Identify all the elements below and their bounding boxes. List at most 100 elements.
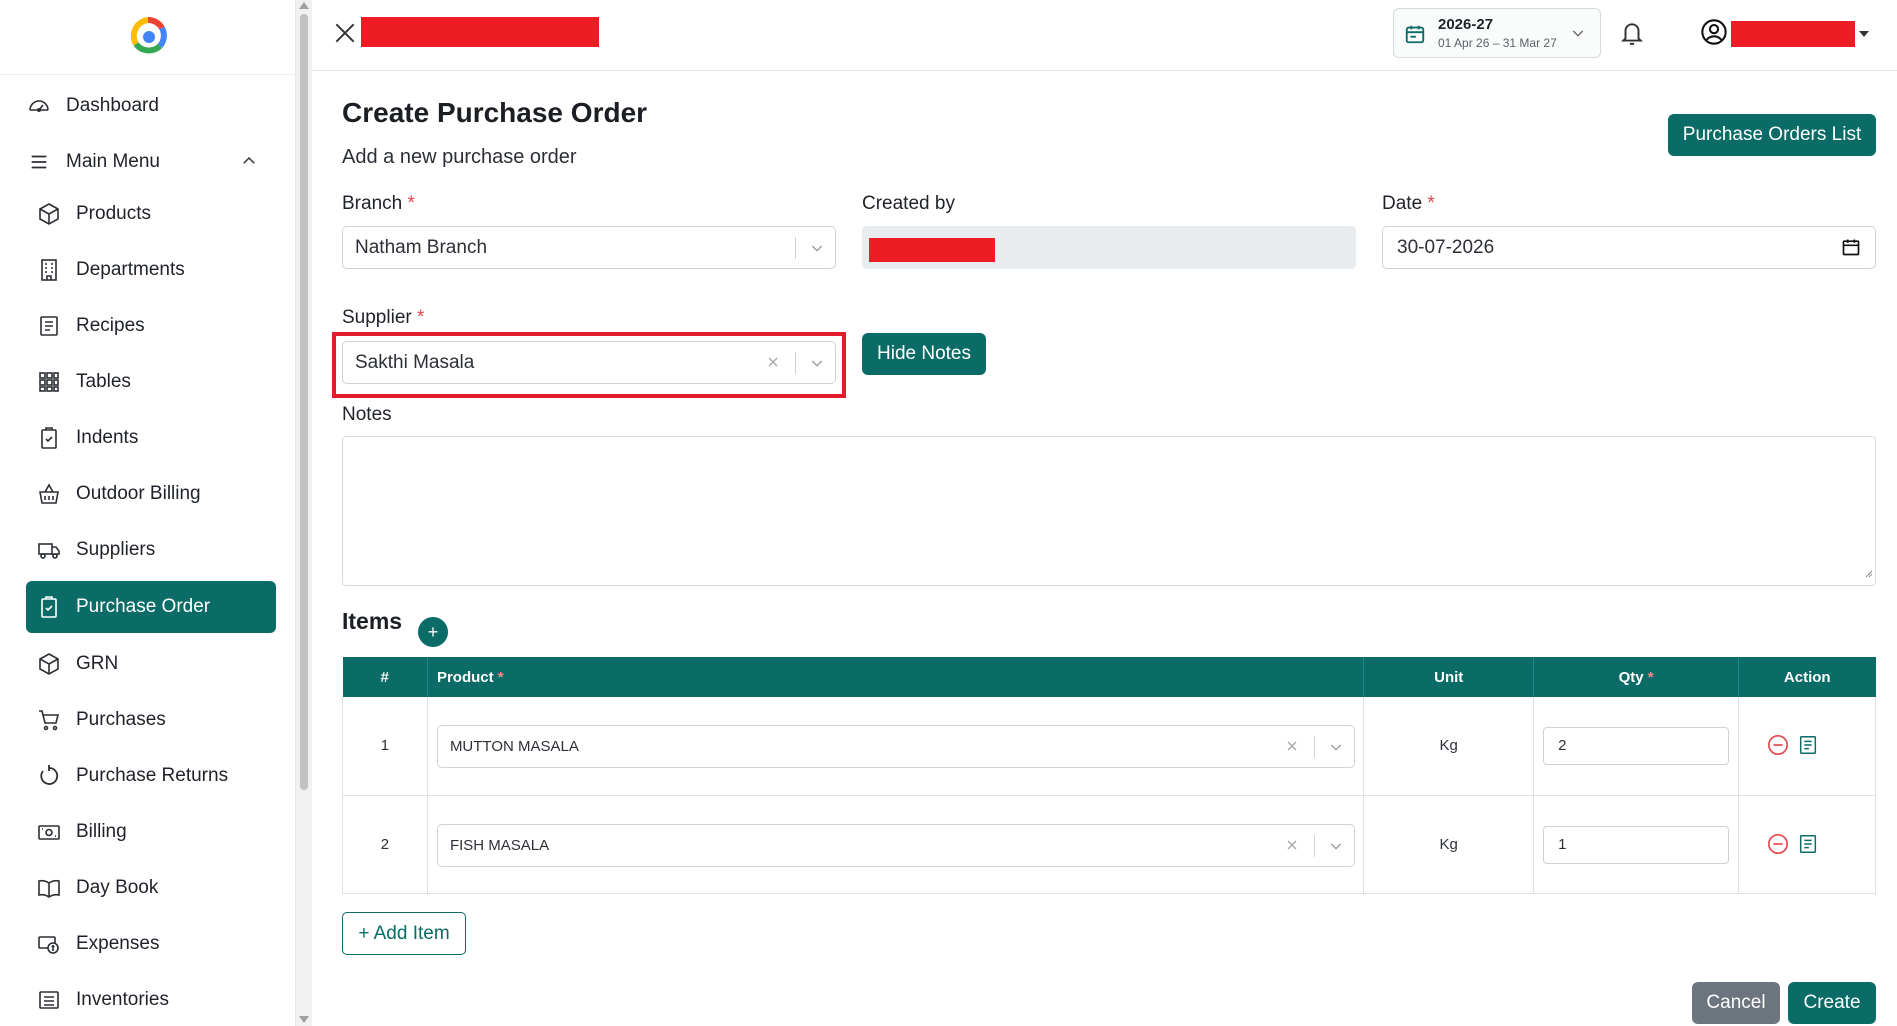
basket-icon — [36, 481, 62, 507]
sidebar-item-label: Billing — [76, 821, 127, 842]
sidebar-item-indents[interactable]: Indents — [26, 412, 276, 464]
sidebar-item-purchase-returns[interactable]: Purchase Returns — [26, 750, 276, 802]
branch-label-text: Branch — [342, 193, 403, 214]
add-item-button[interactable]: + Add Item — [342, 912, 466, 955]
select-divider — [795, 237, 796, 259]
date-label: Date * — [1382, 193, 1435, 215]
user-avatar-icon[interactable] — [1700, 18, 1728, 51]
scroll-thumb[interactable] — [300, 14, 308, 790]
bell-icon[interactable] — [1619, 18, 1645, 53]
clear-icon[interactable] — [1284, 738, 1300, 754]
redacted-created-by — [869, 238, 995, 262]
book-icon — [36, 875, 62, 901]
list-icon — [36, 987, 62, 1013]
required-mark: * — [417, 307, 425, 328]
col-qty: Qty * — [1533, 657, 1740, 697]
col-qty-text: Qty — [1618, 668, 1644, 686]
notes-textarea[interactable] — [342, 436, 1876, 586]
sidebar-item-tables[interactable]: Tables — [26, 356, 276, 408]
grid-icon — [36, 369, 62, 395]
remove-row-icon[interactable] — [1767, 734, 1789, 760]
return-icon — [36, 763, 62, 789]
supplier-label-text: Supplier — [342, 307, 412, 328]
remove-row-icon[interactable] — [1767, 833, 1789, 859]
product-select[interactable]: MUTTON MASALA — [436, 725, 1355, 768]
col-num: # — [342, 657, 428, 697]
sidebar-item-recipes[interactable]: Recipes — [26, 300, 276, 352]
user-menu-caret-icon[interactable] — [1859, 31, 1869, 37]
clear-icon[interactable] — [1284, 837, 1300, 853]
row-num: 1 — [342, 697, 428, 796]
sidebar-item-label: Recipes — [76, 315, 145, 336]
row-qty-cell: 1 — [1533, 795, 1740, 894]
items-table: # Product * Unit Qty * Action 1 MUTTON M… — [342, 657, 1876, 894]
resize-grip-icon[interactable] — [1863, 565, 1873, 583]
sidebar-item-products[interactable]: Products — [26, 188, 276, 240]
sidebar-item-label: Day Book — [76, 877, 159, 898]
col-unit: Unit — [1363, 657, 1535, 697]
chevron-down-icon[interactable] — [809, 240, 825, 262]
sidebar-item-label: Purchase Returns — [76, 765, 229, 786]
created-by-label: Created by — [862, 193, 955, 214]
page-subtitle: Add a new purchase order — [342, 146, 577, 168]
cancel-button[interactable]: Cancel — [1692, 982, 1780, 1024]
required-mark: * — [497, 668, 504, 686]
supplier-highlight-box — [332, 332, 846, 398]
product-select[interactable]: FISH MASALA — [436, 823, 1355, 867]
select-divider — [1313, 736, 1315, 758]
calendar-picker-icon[interactable] — [1841, 237, 1861, 263]
qty-input[interactable]: 1 — [1543, 825, 1730, 864]
sidebar-item-day-book[interactable]: Day Book — [26, 862, 276, 914]
sidebar-item-label: Expenses — [76, 933, 160, 954]
branch-label: Branch * — [342, 193, 415, 215]
money-icon — [36, 931, 62, 957]
row-action-cell — [1738, 795, 1876, 894]
hide-notes-button[interactable]: Hide Notes — [862, 333, 986, 375]
row-unit: Kg — [1363, 795, 1535, 894]
notes-label: Notes — [342, 404, 392, 425]
sidebar-item-grn[interactable]: GRN — [26, 638, 276, 690]
col-product: Product * — [427, 657, 1365, 697]
sidebar-item-suppliers[interactable]: Suppliers — [26, 524, 276, 576]
sidebar-item-expenses[interactable]: Expenses — [26, 918, 276, 970]
close-icon[interactable] — [332, 20, 358, 46]
sidebar-item-purchase-order[interactable]: Purchase Order — [26, 581, 276, 633]
truck-icon — [36, 537, 62, 563]
chevron-down-icon[interactable] — [1328, 739, 1344, 755]
sidebar-item-label: Indents — [76, 427, 139, 448]
sidebar-item-label: Suppliers — [76, 539, 156, 560]
chevron-down-icon[interactable] — [1328, 838, 1344, 854]
scroll-down-arrow[interactable] — [299, 1016, 309, 1023]
scroll-up-arrow[interactable] — [299, 2, 309, 9]
qty-input[interactable]: 2 — [1543, 727, 1730, 765]
sidebar-item-outdoor-billing[interactable]: Outdoor Billing — [26, 468, 276, 520]
sidebar: Dashboard Main Menu Products Departments… — [0, 0, 296, 1026]
row-notes-icon[interactable] — [1797, 734, 1819, 760]
sidebar-item-inventories[interactable]: Inventories — [26, 974, 276, 1026]
row-product-cell: FISH MASALA — [427, 795, 1365, 894]
calendar-icon — [1404, 23, 1426, 50]
building-icon — [36, 257, 62, 283]
app-logo[interactable] — [128, 16, 168, 56]
hamburger-icon — [26, 149, 52, 175]
recipe-icon — [36, 313, 62, 339]
sidebar-item-label: Departments — [76, 259, 185, 280]
date-input[interactable]: 30-07-2026 — [1382, 226, 1876, 269]
branch-select[interactable]: Natham Branch — [342, 226, 836, 269]
sidebar-item-label: GRN — [76, 653, 119, 674]
sidebar-item-billing[interactable]: Billing — [26, 806, 276, 858]
row-notes-icon[interactable] — [1797, 833, 1819, 859]
create-button[interactable]: Create — [1788, 982, 1876, 1024]
sidebar-item-dashboard[interactable]: Dashboard — [26, 82, 276, 130]
purchase-orders-list-button[interactable]: Purchase Orders List — [1668, 114, 1876, 156]
chevron-up-icon[interactable] — [240, 152, 258, 176]
sidebar-item-departments[interactable]: Departments — [26, 244, 276, 296]
sidebar-item-purchases[interactable]: Purchases — [26, 694, 276, 746]
cart-icon — [36, 707, 62, 733]
sidebar-main-menu[interactable]: Main Menu — [26, 138, 276, 186]
financial-year-selector[interactable]: 2026-27 01 Apr 26 – 31 Mar 27 — [1393, 8, 1601, 58]
sidebar-scrollbar[interactable] — [296, 0, 312, 1026]
add-item-plus-button[interactable]: + — [418, 617, 448, 647]
required-mark: * — [1427, 193, 1435, 214]
sidebar-item-label: Outdoor Billing — [76, 483, 201, 504]
